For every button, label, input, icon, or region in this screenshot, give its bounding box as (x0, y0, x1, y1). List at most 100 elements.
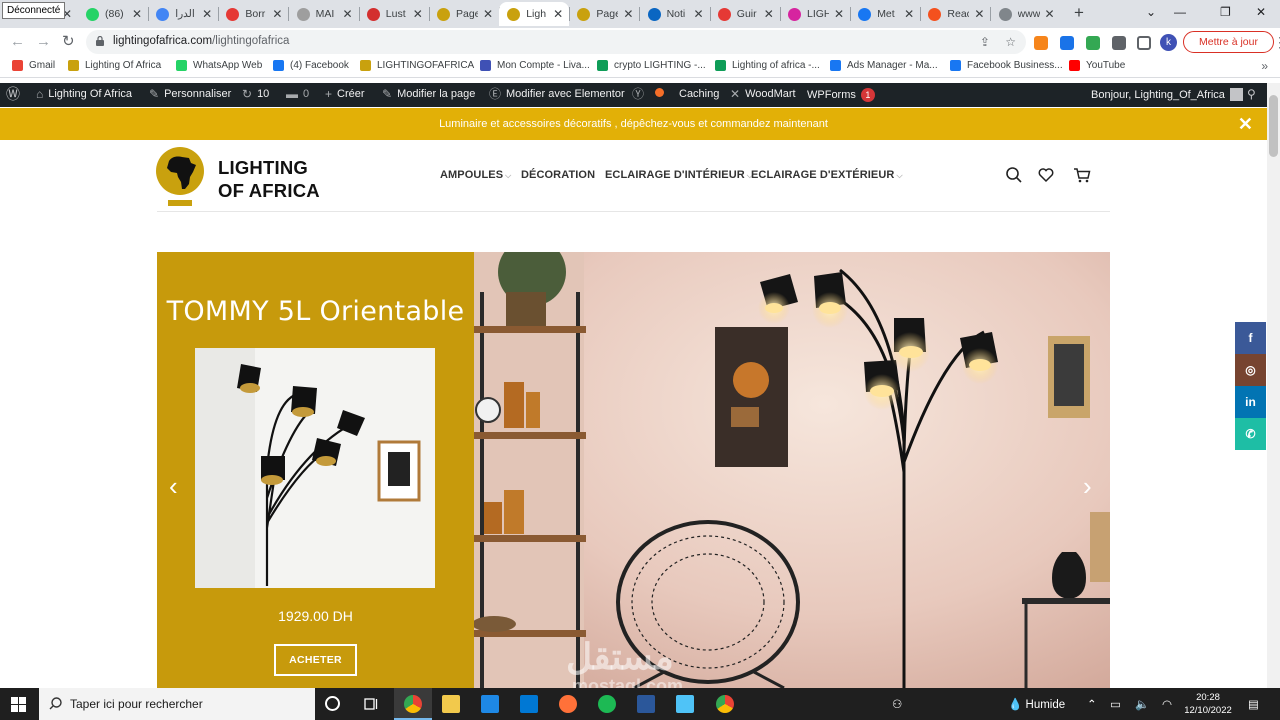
extensions-puzzle-icon[interactable] (1112, 36, 1126, 50)
browser-tab[interactable]: الدرا ✕ (148, 2, 218, 26)
side-panel-icon[interactable] (1137, 36, 1151, 50)
close-tab-icon[interactable]: ✕ (202, 7, 212, 21)
bookmark-item[interactable]: Ads Manager - Ma... (830, 60, 938, 71)
people-icon[interactable]: ⚇ (892, 697, 902, 711)
instagram-icon[interactable]: ◎ (1235, 354, 1266, 386)
bookmark-item[interactable]: (4) Facebook (273, 60, 349, 71)
scrollbar-thumb[interactable] (1269, 95, 1278, 157)
spotify-icon[interactable] (598, 695, 616, 713)
browser-tab[interactable]: Borr ✕ (218, 2, 288, 26)
mail-icon[interactable] (520, 695, 538, 713)
battery-icon[interactable]: ▭ (1110, 697, 1121, 711)
chrome-profile-icon[interactable] (716, 695, 734, 713)
close-tab-icon[interactable]: ✕ (1045, 7, 1055, 21)
browser-tab[interactable]: Noti ✕ (640, 2, 710, 26)
admin-customize[interactable]: ✎ Personnaliser (149, 88, 231, 100)
browser-tab[interactable]: Page ✕ (429, 2, 499, 26)
profile-avatar[interactable]: k (1160, 34, 1177, 51)
tray-overflow-icon[interactable]: ⌃ (1087, 697, 1097, 711)
bookmark-item[interactable]: WhatsApp Web (176, 60, 262, 71)
metamask-extension-icon[interactable] (1034, 36, 1048, 50)
bookmark-item[interactable]: LIGHTINGOFAFRICA (360, 60, 474, 71)
restore-button[interactable]: ❐ (1220, 5, 1231, 19)
close-tab-icon[interactable]: ✕ (623, 7, 633, 21)
search-icon[interactable] (1005, 166, 1023, 184)
nav-item-ampoules[interactable]: AMPOULES ⌵ (440, 169, 511, 181)
tab-search-chevron-icon[interactable]: ⌄ (1146, 5, 1156, 19)
task-view-icon[interactable] (362, 695, 380, 713)
site-logo[interactable]: LIGHTING OF AFRICA (156, 144, 326, 208)
store-icon[interactable] (481, 695, 499, 713)
nav-item-eclairage-exterieur[interactable]: ECLAIRAGE D'EXTÉRIEUR ⌵ (751, 169, 903, 181)
extension-icon[interactable] (1086, 36, 1100, 50)
share-icon[interactable]: ⇪ (980, 35, 990, 49)
reload-button[interactable]: ↻ (62, 33, 75, 51)
close-tab-icon[interactable]: ✕ (132, 7, 142, 21)
file-explorer-icon[interactable] (442, 695, 460, 713)
slider-next-button[interactable]: › (1083, 473, 1092, 499)
browser-tab[interactable]: Guir ✕ (710, 2, 780, 26)
facebook-icon[interactable]: f (1235, 322, 1266, 354)
firefox-icon[interactable] (559, 695, 577, 713)
bookmark-item[interactable]: crypto LIGHTING -... (597, 60, 706, 71)
browser-tab[interactable]: LIGH ✕ (780, 2, 850, 26)
back-button[interactable]: ← (10, 33, 25, 51)
admin-elementor[interactable]: Ⓔ Modifier avec Elementor (489, 88, 625, 100)
close-tab-icon[interactable]: ✕ (904, 7, 914, 21)
bookmark-item[interactable]: Lighting Of Africa (68, 60, 161, 71)
product-image[interactable] (195, 348, 435, 588)
word-icon[interactable] (637, 695, 655, 713)
taskbar-search[interactable]: Taper ici pour rechercher (39, 688, 315, 720)
admin-new[interactable]: + Créer (325, 88, 365, 100)
close-icon[interactable]: ✕ (1238, 108, 1253, 140)
notifications-icon[interactable]: ▤ (1248, 697, 1259, 711)
yoast-icon[interactable]: Ⓨ (632, 88, 649, 100)
taskbar-clock[interactable]: 20:28 12/10/2022 (1183, 691, 1233, 717)
bookmark-star-icon[interactable]: ☆ (1005, 35, 1016, 49)
admin-wpforms[interactable]: WPForms 1 (807, 88, 875, 102)
browser-tab[interactable]: Reac ✕ (920, 2, 990, 26)
browser-tab[interactable]: Ligh ✕ (499, 2, 570, 26)
close-tab-icon[interactable]: ✕ (764, 7, 774, 21)
close-tab-icon[interactable]: ✕ (553, 7, 563, 21)
chrome-icon[interactable] (404, 695, 422, 713)
linkedin-icon[interactable]: in (1235, 386, 1266, 418)
admin-comments[interactable]: ▬ 0 (286, 88, 309, 100)
close-tab-icon[interactable]: ✕ (343, 7, 353, 21)
close-tab-icon[interactable]: ✕ (272, 7, 282, 21)
forward-button[interactable]: → (36, 33, 51, 51)
new-tab-button[interactable]: + (1074, 4, 1084, 22)
admin-account[interactable]: Bonjour, Lighting_Of_Africa (1091, 88, 1243, 101)
admin-site-name[interactable]: ⌂ Lighting Of Africa (36, 88, 132, 100)
close-tab-icon[interactable]: ✕ (413, 7, 423, 21)
browser-tab[interactable]: (86) ✕ (78, 2, 148, 26)
admin-search-icon[interactable]: ⚲ (1247, 88, 1261, 100)
bookmark-item[interactable]: Mon Compte - Liva... (480, 60, 590, 71)
slider-prev-button[interactable]: ‹ (169, 473, 178, 499)
browser-tab[interactable]: Met ✕ (850, 2, 920, 26)
bookmark-item[interactable]: Gmail (12, 60, 55, 71)
close-tab-icon[interactable]: ✕ (834, 7, 844, 21)
browser-tab[interactable]: Lust ✕ (359, 2, 429, 26)
volume-icon[interactable]: 🔈 (1135, 697, 1149, 711)
app-icon[interactable] (676, 695, 694, 713)
extension-icon[interactable] (1060, 36, 1074, 50)
browser-tab[interactable]: Page ✕ (569, 2, 639, 26)
more-bookmarks-icon[interactable]: » (1261, 59, 1268, 73)
close-window-button[interactable]: ✕ (1256, 5, 1266, 19)
admin-edit-page[interactable]: ✎ Modifier la page (382, 88, 475, 100)
minimize-button[interactable]: — (1174, 5, 1186, 19)
address-bar[interactable]: lightingofafrica.com/lightingofafrica ⇪ … (86, 30, 1026, 54)
nav-item-decoration[interactable]: DÉCORATION (521, 169, 595, 181)
windows-start-icon[interactable] (11, 697, 26, 712)
nav-item-eclairage-interieur[interactable]: ECLAIRAGE D'INTÉRIEUR ⌵ (605, 169, 753, 181)
close-tab-icon[interactable]: ✕ (694, 7, 704, 21)
menu-dots-icon[interactable]: ⋮ (1273, 32, 1280, 52)
bookmark-item[interactable]: Lighting of africa -... (715, 60, 820, 71)
whatsapp-icon[interactable]: ✆ (1235, 418, 1266, 450)
update-button[interactable]: Mettre à jour ⋮ (1183, 31, 1280, 53)
wifi-icon[interactable]: ◠ (1162, 697, 1172, 711)
browser-tab[interactable]: MAI ✕ (289, 2, 359, 26)
close-tab-icon[interactable]: ✕ (483, 7, 493, 21)
weather-widget[interactable]: 💧 Humide (1008, 697, 1065, 711)
